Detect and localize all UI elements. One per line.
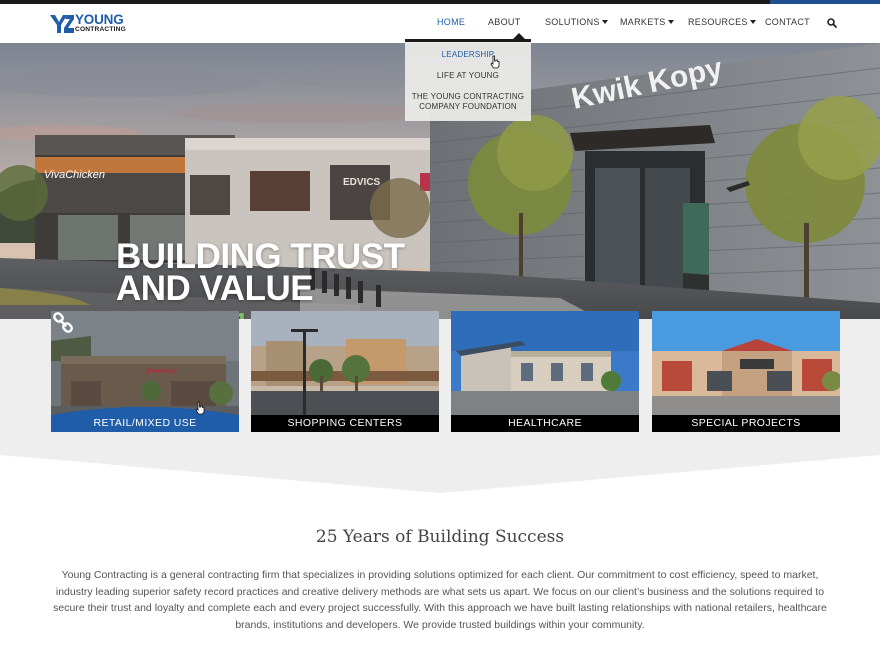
nav-home[interactable]: HOME: [437, 17, 465, 27]
about-section-title: 25 Years of Building Success: [315, 527, 565, 547]
nav-solutions-label: SOLUTIONS: [545, 17, 600, 27]
nav-resources[interactable]: RESOURCES: [688, 17, 756, 27]
about-body-line: brands, institutions and developers. We …: [235, 618, 645, 631]
market-card-label: HEALTHCARE: [451, 415, 639, 432]
market-card-special[interactable]: SPECIAL PROJECTS: [652, 311, 840, 432]
site-logo[interactable]: YOUNG CONTRACTING: [50, 12, 130, 36]
nav-solutions[interactable]: SOLUTIONS: [545, 17, 608, 27]
retail-photo: pharmacy: [51, 311, 239, 432]
young-logo-icon: [50, 15, 74, 33]
nav-resources-label: RESOURCES: [688, 17, 748, 27]
chevron-down-icon: [749, 19, 756, 24]
chevron-down-icon: [601, 19, 608, 24]
search-icon[interactable]: [826, 17, 838, 29]
dropdown-item-foundation[interactable]: THE YOUNG CONTRACTING COMPANY FOUNDATION: [405, 92, 531, 112]
about-dropdown-menu: LEADERSHIP LIFE AT YOUNG THE YOUNG CONTR…: [405, 39, 531, 121]
about-body-line: Young Contracting is a general contracti…: [61, 569, 819, 581]
market-card-healthcare[interactable]: HEALTHCARE: [451, 311, 639, 432]
site-header: YOUNG CONTRACTING HOME ABOUT SOLUTIONS M…: [0, 4, 880, 43]
hero-title-line2: AND VALUE: [116, 269, 314, 308]
about-body-line: secure their trust and loyalty and compl…: [53, 602, 827, 614]
link-icon: [53, 312, 73, 333]
market-card-label: SPECIAL PROJECTS: [652, 415, 840, 432]
market-card-shopping[interactable]: SHOPPING CENTERS: [251, 311, 439, 432]
nav-markets[interactable]: MARKETS: [620, 17, 674, 27]
chevron-down-icon: [667, 19, 674, 24]
foundation-label-line2: COMPANY FOUNDATION: [419, 102, 517, 111]
about-body-line: industry leading superior safety record …: [55, 585, 825, 598]
logo-subtitle: CONTRACTING: [75, 26, 126, 33]
dropdown-item-life-at-young[interactable]: LIFE AT YOUNG: [405, 71, 531, 81]
nav-about[interactable]: ABOUT: [488, 17, 521, 27]
viva-chicken-sign: VivaChicken: [44, 169, 105, 181]
dropdown-item-leadership[interactable]: LEADERSHIP: [405, 50, 531, 60]
nav-contact[interactable]: CONTACT: [765, 17, 810, 27]
about-section-body: Young Contracting is a general contracti…: [52, 567, 828, 633]
dropdown-notch: [513, 33, 525, 39]
hand-cursor-icon: [195, 401, 205, 415]
market-card-label: SHOPPING CENTERS: [251, 415, 439, 432]
logo-wordmark: YOUNG: [75, 12, 124, 27]
pharmacy-sign: pharmacy: [146, 368, 177, 375]
shopping-center-photo: [251, 311, 439, 432]
hand-cursor-icon: [490, 55, 500, 69]
special-projects-photo: [652, 311, 840, 432]
market-card-label: RETAIL/MIXED USE: [51, 415, 239, 432]
healthcare-photo: [451, 311, 639, 432]
market-cards: pharmacy RETAIL/MIXED USE SHOPPING CENTE…: [0, 311, 880, 432]
nav-markets-label: MARKETS: [620, 17, 666, 27]
hero-title: BUILDING TRUST AND VALUE: [116, 239, 405, 308]
foundation-label-line1: THE YOUNG CONTRACTING: [411, 92, 525, 101]
market-card-retail[interactable]: pharmacy RETAIL/MIXED USE: [51, 311, 239, 432]
center-store-sign: EDVICS: [343, 177, 381, 188]
